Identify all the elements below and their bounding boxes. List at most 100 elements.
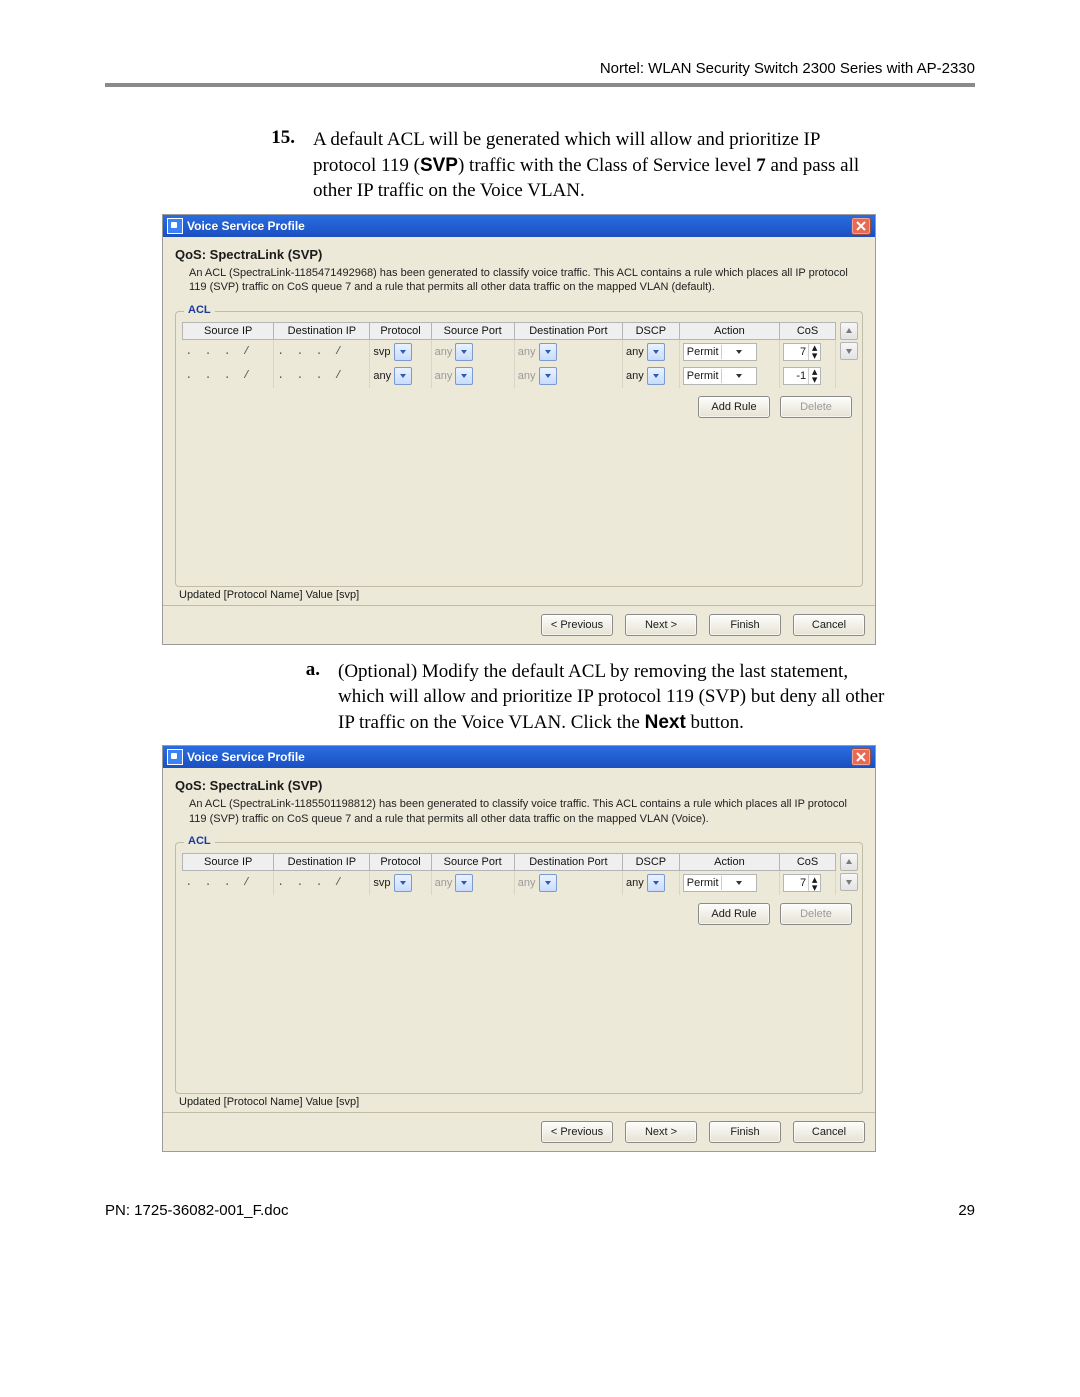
acl-table: Source IP Destination IP Protocol Source…	[182, 853, 836, 895]
dialog-titlebar[interactable]: Voice Service Profile	[163, 746, 875, 768]
cos-spinner[interactable]: -1▴▾	[783, 367, 821, 385]
dropdown-icon[interactable]	[455, 874, 473, 892]
table-row[interactable]: . . . / . . . / svp any any any Permit 7…	[183, 339, 836, 364]
col-protocol[interactable]: Protocol	[370, 322, 431, 339]
acl-legend: ACL	[184, 304, 215, 316]
source-ip-field[interactable]: . . . /	[183, 339, 274, 364]
dropdown-icon[interactable]	[394, 874, 412, 892]
move-down-icon[interactable]	[840, 873, 858, 891]
dscp-value: any	[626, 345, 644, 357]
acl-description: An ACL (SpectraLink-1185471492968) has b…	[175, 266, 863, 301]
dscp-value: any	[626, 369, 644, 381]
dialog-title: Voice Service Profile	[187, 750, 305, 764]
dialog-button-bar: < Previous Next > Finish Cancel	[163, 605, 875, 644]
dropdown-icon[interactable]	[539, 343, 557, 361]
dest-ip-field[interactable]: . . . /	[274, 339, 370, 364]
action-combo[interactable]: Permit	[683, 367, 757, 385]
dscp-value: any	[626, 877, 644, 889]
delete-button[interactable]: Delete	[780, 396, 852, 418]
dialog-title: Voice Service Profile	[187, 219, 305, 233]
table-row[interactable]: . . . / . . . / any any any any Permit -…	[183, 364, 836, 388]
move-down-icon[interactable]	[840, 342, 858, 360]
row-order-buttons	[840, 853, 856, 895]
col-dest-ip[interactable]: Destination IP	[274, 322, 370, 339]
dialog-titlebar[interactable]: Voice Service Profile	[163, 215, 875, 237]
status-text: Updated [Protocol Name] Value [svp]	[175, 1094, 863, 1112]
next-bold: Next	[645, 712, 686, 733]
running-header: Nortel: WLAN Security Switch 2300 Series…	[105, 60, 975, 83]
status-text: Updated [Protocol Name] Value [svp]	[175, 587, 863, 605]
col-dscp[interactable]: DSCP	[622, 854, 679, 871]
dest-port-value: any	[518, 345, 536, 357]
col-cos[interactable]: CoS	[780, 322, 836, 339]
acl-description: An ACL (SpectraLink-1185501198812) has b…	[175, 797, 863, 832]
acl-legend: ACL	[184, 835, 215, 847]
sublist-body-a: (Optional) Modify the default ACL by rem…	[338, 659, 893, 736]
finish-button[interactable]: Finish	[709, 614, 781, 636]
dropdown-icon[interactable]	[394, 367, 412, 385]
dropdown-icon[interactable]	[647, 874, 665, 892]
list-body-15: A default ACL will be generated which wi…	[313, 127, 878, 204]
dropdown-icon[interactable]	[455, 343, 473, 361]
col-source-ip[interactable]: Source IP	[183, 854, 274, 871]
col-dscp[interactable]: DSCP	[622, 322, 679, 339]
action-combo[interactable]: Permit	[683, 343, 757, 361]
acl-fieldset: ACL Source IP Destination IP Protocol So…	[175, 311, 863, 587]
finish-button[interactable]: Finish	[709, 1121, 781, 1143]
close-icon[interactable]	[851, 748, 871, 766]
col-dest-port[interactable]: Destination Port	[514, 854, 622, 871]
source-port-value: any	[435, 877, 453, 889]
col-source-port[interactable]: Source Port	[431, 322, 514, 339]
col-action[interactable]: Action	[679, 322, 779, 339]
cancel-button[interactable]: Cancel	[793, 614, 865, 636]
col-cos[interactable]: CoS	[780, 854, 836, 871]
next-button[interactable]: Next >	[625, 1121, 697, 1143]
svp-bold: SVP	[420, 155, 458, 176]
dest-ip-field[interactable]: . . . /	[274, 364, 370, 388]
app-icon	[167, 218, 183, 234]
dropdown-icon[interactable]	[539, 367, 557, 385]
source-port-value: any	[435, 345, 453, 357]
dropdown-icon[interactable]	[539, 874, 557, 892]
dest-ip-field[interactable]: . . . /	[274, 871, 370, 896]
dest-port-value: any	[518, 369, 536, 381]
list-number-15: 15.	[105, 127, 313, 204]
add-rule-button[interactable]: Add Rule	[698, 903, 770, 925]
dest-port-value: any	[518, 877, 536, 889]
col-protocol[interactable]: Protocol	[370, 854, 431, 871]
dropdown-icon[interactable]	[394, 343, 412, 361]
cos-spinner[interactable]: 7▴▾	[783, 874, 821, 892]
app-icon	[167, 749, 183, 765]
close-icon[interactable]	[851, 217, 871, 235]
dropdown-icon[interactable]	[455, 367, 473, 385]
sublist-letter-a: a.	[105, 659, 338, 736]
table-row[interactable]: . . . / . . . / svp any any any Permit 7…	[183, 871, 836, 896]
source-port-value: any	[435, 369, 453, 381]
previous-button[interactable]: < Previous	[541, 614, 613, 636]
col-dest-ip[interactable]: Destination IP	[274, 854, 370, 871]
col-source-ip[interactable]: Source IP	[183, 322, 274, 339]
qos-heading: QoS: SpectraLink (SVP)	[175, 247, 863, 262]
source-ip-field[interactable]: . . . /	[183, 364, 274, 388]
protocol-value: svp	[373, 877, 390, 889]
col-action[interactable]: Action	[679, 854, 779, 871]
col-dest-port[interactable]: Destination Port	[514, 322, 622, 339]
move-up-icon[interactable]	[840, 853, 858, 871]
move-up-icon[interactable]	[840, 322, 858, 340]
add-rule-button[interactable]: Add Rule	[698, 396, 770, 418]
col-source-port[interactable]: Source Port	[431, 854, 514, 871]
cancel-button[interactable]: Cancel	[793, 1121, 865, 1143]
previous-button[interactable]: < Previous	[541, 1121, 613, 1143]
table-header-row: Source IP Destination IP Protocol Source…	[183, 854, 836, 871]
dropdown-icon[interactable]	[647, 367, 665, 385]
dropdown-icon[interactable]	[647, 343, 665, 361]
acl-table: Source IP Destination IP Protocol Source…	[182, 322, 836, 388]
text: button.	[686, 712, 744, 733]
delete-button[interactable]: Delete	[780, 903, 852, 925]
source-ip-field[interactable]: . . . /	[183, 871, 274, 896]
text: ) traffic with the Class of Service leve…	[458, 155, 756, 176]
action-combo[interactable]: Permit	[683, 874, 757, 892]
next-button[interactable]: Next >	[625, 614, 697, 636]
header-rule	[105, 83, 975, 87]
cos-spinner[interactable]: 7▴▾	[783, 343, 821, 361]
